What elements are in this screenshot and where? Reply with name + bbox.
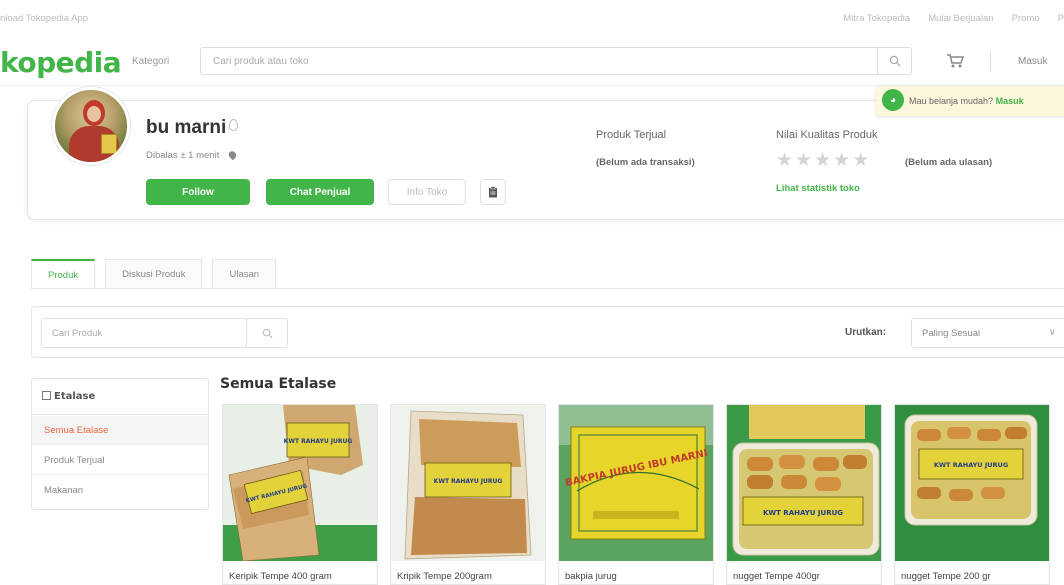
- shop-statistics-link[interactable]: Lihat statistik toko: [776, 183, 860, 194]
- etalase-header: Etalase: [32, 379, 208, 415]
- clipboard-icon: [489, 186, 497, 198]
- product-search-placeholder: Cari Produk: [52, 328, 103, 339]
- top-links: Mitra Tokopedia Mulai Berjualan Promo P: [843, 13, 1064, 24]
- product-card[interactable]: KWT RAHAYU JURUG Kripik Tempe 200gram: [390, 404, 546, 585]
- response-time-text: Dibalas ± 1 menit: [146, 150, 220, 161]
- top-link-mulai-berjualan[interactable]: Mulai Berjualan: [928, 13, 993, 24]
- top-link-promo[interactable]: Promo: [1012, 13, 1040, 24]
- product-card[interactable]: BAKPIA JURUG IBU MARNI bakpia jurug: [558, 404, 714, 585]
- product-filter-bar: Cari Produk Urutkan: Paling Sesuai ∨: [31, 306, 1064, 358]
- sold-value: (Belum ada transaksi): [596, 157, 695, 168]
- shop-info-button[interactable]: Info Toko: [388, 179, 466, 205]
- clipboard-button[interactable]: [480, 179, 506, 205]
- package-label: KWT RAHAYU JURUG: [763, 509, 843, 517]
- product-name[interactable]: nugget Tempe 200 gr: [901, 571, 991, 582]
- product-image[interactable]: KWT RAHAYU JURUG: [727, 405, 881, 561]
- tab-ulasan[interactable]: Ulasan: [212, 259, 277, 289]
- top-link-mitra[interactable]: Mitra Tokopedia: [843, 13, 910, 24]
- section-title: Semua Etalase: [220, 376, 337, 392]
- etalase-title: Etalase: [54, 391, 96, 402]
- shop-avatar[interactable]: [52, 87, 130, 165]
- login-tooltip[interactable]: ◕ Mau belanja mudah? Masuk: [876, 86, 1064, 116]
- sold-label: Produk Terjual: [596, 129, 667, 141]
- quality-label: Nilai Kualitas Produk: [776, 129, 878, 141]
- top-link-more[interactable]: P: [1058, 13, 1064, 24]
- search-icon: [889, 55, 900, 67]
- follow-button[interactable]: Follow: [146, 179, 250, 205]
- shop-tabs: Produk Diskusi Produk Ulasan: [31, 259, 277, 289]
- tooltip-text: Mau belanja mudah? Masuk: [909, 96, 1024, 106]
- product-name[interactable]: nugget Tempe 400gr: [733, 571, 820, 582]
- rating-stars: ★ ★ ★ ★ ★: [776, 151, 869, 170]
- tab-divider: [31, 288, 1064, 289]
- quality-value: (Belum ada ulasan): [905, 157, 993, 168]
- package-label: KWT RAHAYU JURUG: [434, 478, 503, 485]
- package-label: KWT RAHAYU JURUG: [284, 438, 353, 445]
- search-button[interactable]: [877, 48, 911, 74]
- login-link[interactable]: Masuk: [1018, 56, 1047, 67]
- tokopedia-logo[interactable]: kopedia: [0, 46, 122, 79]
- cart-icon[interactable]: [946, 53, 964, 69]
- sort-select[interactable]: Paling Sesuai ∨: [911, 318, 1064, 348]
- star-icon: ★: [795, 150, 813, 171]
- header: kopedia Kategori Cari produk atau toko M…: [0, 38, 1064, 86]
- product-name[interactable]: Keripik Tempe 400 gram: [229, 571, 332, 582]
- tooltip-login-link[interactable]: Masuk: [996, 96, 1024, 106]
- product-card[interactable]: KWT RAHAYU JURUG nugget Tempe 400gr: [726, 404, 882, 585]
- etalase-sidebar: Etalase Semua Etalase Produk Terjual Mak…: [31, 378, 209, 510]
- etalase-item-semua[interactable]: Semua Etalase: [32, 416, 208, 445]
- shop-name: bu marni: [146, 117, 239, 139]
- product-card[interactable]: KWT RAHAYU JURUG nugget Tempe 200 gr: [894, 404, 1050, 585]
- sort-label: Urutkan:: [845, 327, 887, 338]
- product-image[interactable]: KWT RAHAYU JURUG KWT RAHAYU JURUG: [223, 405, 377, 561]
- download-app-link[interactable]: nload Tokopedia App: [0, 13, 88, 24]
- shop-name-text: bu marni: [146, 117, 227, 138]
- star-icon: ★: [814, 150, 832, 171]
- product-search-button[interactable]: [246, 318, 288, 348]
- mascot-icon: ◕: [882, 89, 904, 111]
- package-label: KWT RAHAYU JURUG: [934, 461, 1008, 469]
- tooltip-message: Mau belanja mudah?: [909, 96, 994, 106]
- etalase-icon: [42, 391, 51, 400]
- location-pin-icon: [229, 119, 239, 131]
- product-search-input[interactable]: Cari Produk: [41, 318, 247, 348]
- product-image[interactable]: BAKPIA JURUG IBU MARNI: [559, 405, 713, 561]
- product-card[interactable]: KWT RAHAYU JURUG KWT RAHAYU JURUG Keripi…: [222, 404, 378, 585]
- star-icon: ★: [833, 150, 851, 171]
- top-strip: nload Tokopedia App Mitra Tokopedia Mula…: [0, 0, 1064, 38]
- etalase-item-produk-terjual[interactable]: Produk Terjual: [32, 446, 208, 475]
- header-divider: [990, 52, 991, 72]
- star-icon: ★: [776, 150, 794, 171]
- search-input[interactable]: Cari produk atau toko: [200, 47, 912, 75]
- etalase-item-makanan[interactable]: Makanan: [32, 476, 208, 505]
- tab-produk[interactable]: Produk: [31, 259, 96, 289]
- chat-seller-button[interactable]: Chat Penjual: [266, 179, 374, 205]
- product-image[interactable]: KWT RAHAYU JURUG: [895, 405, 1049, 561]
- sort-value: Paling Sesuai: [922, 328, 981, 339]
- shop-response-time: Dibalas ± 1 menit: [146, 149, 239, 161]
- product-name[interactable]: bakpia jurug: [565, 571, 617, 582]
- tab-diskusi-produk[interactable]: Diskusi Produk: [105, 259, 203, 289]
- map-pin-icon[interactable]: [227, 149, 239, 161]
- product-image[interactable]: KWT RAHAYU JURUG: [391, 405, 545, 561]
- search-placeholder: Cari produk atau toko: [213, 56, 309, 67]
- star-icon: ★: [852, 150, 870, 171]
- shop-header-card: bu marni Dibalas ± 1 menit Follow Chat P…: [27, 87, 1064, 220]
- chevron-down-icon: ∨: [1048, 327, 1056, 338]
- kategori-menu[interactable]: Kategori: [132, 56, 169, 67]
- product-name[interactable]: Kripik Tempe 200gram: [397, 571, 492, 582]
- search-icon: [262, 328, 273, 339]
